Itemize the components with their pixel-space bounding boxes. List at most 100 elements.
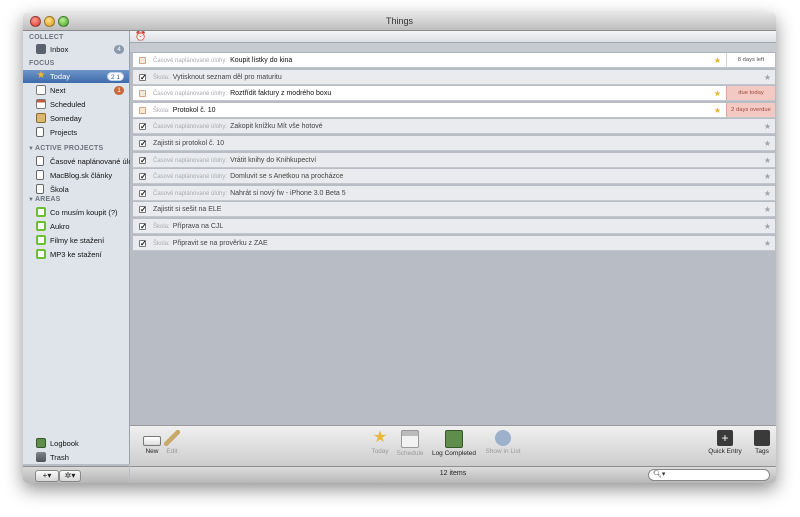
task-row[interactable]: Škola:Vytisknout seznam děl pro maturitu… [133,69,775,85]
task-title: Nahrát si nový fw - iPhone 3.0 Beta 5 [230,189,346,197]
task-checkbox[interactable] [139,186,147,201]
list-header-bar: ⏰ [130,31,776,43]
star-outline-icon[interactable]: ★ [764,236,771,251]
task-project: Škola: [153,240,170,247]
task-title: Vrátit knihy do Knihkupectví [230,156,317,164]
add-item-button[interactable]: +▾ [35,470,59,482]
task-title: Zajistit si protokol č. 10 [153,140,225,147]
task-row[interactable]: Časové naplánované úlohy: Koupit lístky d… [133,53,775,68]
task-row[interactable]: Zajistit si sešit na ELE ★ [133,202,775,218]
task-project: Časové naplánované úlohy: [153,58,228,64]
alarm-clock-icon[interactable]: ⏰ [135,31,146,42]
task-checkbox[interactable] [139,236,147,251]
sidebar-item-scheduled[interactable]: Scheduled [23,98,129,111]
task-row[interactable]: Zajistit si protokol č. 10 ★ [133,136,775,151]
section-collect: COLLECT [29,34,64,41]
schedule-button[interactable]: Schedule [390,430,430,457]
search-field[interactable]: 🔍︎▾ [648,469,770,481]
sidebar-item-area[interactable]: Aukro [23,220,129,233]
star-outline-icon[interactable]: ★ [764,169,771,184]
task-checkbox[interactable] [139,219,147,234]
star-outline-icon[interactable]: ★ [764,202,771,217]
search-input[interactable] [671,471,763,479]
task-row[interactable]: Škola:Připravit se na prověrku z ZAE ★ [133,235,775,251]
task-checkbox[interactable] [139,202,147,217]
sidebar-item-label: Co musím koupit (?) [50,208,118,217]
star-outline-icon[interactable]: ★ [764,153,771,168]
sidebar-item-label: Časové naplánované úlohy [50,157,141,166]
star-icon[interactable]: ★ [714,53,721,68]
project-icon [36,170,44,180]
star-icon[interactable]: ★ [714,103,721,118]
task-checkbox[interactable] [139,169,147,184]
task-text: Zajistit si protokol č. 10 [153,136,224,151]
star-outline-icon[interactable]: ★ [764,119,771,134]
task-row[interactable]: Časové naplánované úlohy: Roztřídit faktu… [133,86,775,102]
task-text: Časové naplánované úlohy: Nahrát si nový … [153,186,346,202]
sidebar-item-next[interactable]: Next 1 [23,84,129,97]
sidebar-item-area[interactable]: MP3 ke stažení [23,248,129,261]
area-icon [36,235,46,245]
task-text: Časové naplánované úlohy: Domluvit se s A… [153,169,343,185]
star-outline-icon[interactable]: ★ [764,136,771,151]
star-icon: ★ [36,70,46,81]
task-title: Zakopit knížku Mít vše hotové [230,123,323,131]
task-checkbox[interactable] [139,90,146,98]
task-checkbox[interactable] [139,136,147,151]
sidebar-item-projects[interactable]: Projects [23,126,129,139]
sidebar-item-label: Next [50,86,66,95]
sidebar-item-project[interactable]: MacBlog.sk články [23,169,129,182]
title-bar[interactable]: Things [23,13,776,31]
logbook-icon [36,438,46,448]
task-checkbox[interactable] [139,57,146,64]
task-row[interactable]: Časové naplánované úlohy:Vrátit knihy do… [133,152,775,169]
today-label: Today [371,448,389,455]
sidebar-item-label: Today [50,72,71,81]
task-title: Domluvit se s Anetkou na procházce [230,173,344,181]
sidebar-item-area[interactable]: Co musím koupit (?) [23,206,129,219]
column-header [130,43,776,53]
task-checkbox[interactable] [139,70,147,85]
task-checkbox[interactable] [139,119,147,134]
gear-menu-button[interactable]: ✲▾ [59,470,81,482]
sidebar-item-today[interactable]: ★ Today 2 1 [23,70,129,83]
disclosure-triangle-icon[interactable]: ▼ [28,146,34,152]
star-outline-icon[interactable]: ★ [764,186,771,201]
task-project: Škola: [153,107,170,114]
sidebar-item-inbox[interactable]: Inbox 4 [23,43,129,56]
star-outline-icon[interactable]: ★ [764,70,771,85]
task-row[interactable]: Časové naplánované úlohy:Nahrát si nový … [133,185,775,202]
tags-label: Tags [755,448,769,455]
task-checkbox[interactable] [139,106,146,114]
sidebar-item-project[interactable]: Škola [23,183,129,196]
sidebar-item-logbook[interactable]: Logbook [23,437,129,450]
sidebar-item-trash[interactable]: Trash [23,451,129,464]
task-row[interactable]: Škola:Příprava na CJL ★ [133,219,775,234]
sidebar-item-project[interactable]: Časové naplánované úlohy [23,155,140,168]
task-text: Časové naplánované úlohy: Vrátit knihy do… [153,153,316,169]
task-row[interactable]: Časové naplánované úlohy:Domluvit se s A… [133,169,775,185]
plus-icon: + [717,430,733,446]
search-icon[interactable]: 🔍︎▾ [653,470,665,478]
star-icon[interactable]: ★ [714,86,721,101]
star-outline-icon[interactable]: ★ [764,219,771,234]
log-completed-button[interactable]: Log Completed [426,430,482,457]
task-project: Časové naplánované úlohy: [153,91,228,98]
sidebar-item-area[interactable]: Filmy ke stažení [23,234,129,247]
tag-icon [754,430,770,446]
sidebar-item-label: Inbox [50,45,69,54]
task-row[interactable]: Časové naplánované úlohy:Zakopit knížku … [133,119,775,135]
show-in-list-button[interactable]: Show in List [480,430,526,455]
sidebar-item-label: Škola [50,185,69,194]
task-project: Časové naplánované úlohy: [153,157,228,164]
project-icon [36,184,44,194]
tags-button[interactable]: Tags [742,430,776,455]
edit-button[interactable]: Edit [152,430,192,455]
task-text: Časové naplánované úlohy: Zakopit knížku … [153,119,323,135]
inbox-icon [36,44,46,54]
task-row[interactable]: Škola: Protokol č. 10 ★ 2 days overdue [133,102,775,118]
task-project: Časové naplánované úlohy: [153,174,228,181]
task-checkbox[interactable] [139,153,147,168]
disclosure-triangle-icon[interactable]: ▼ [28,197,34,203]
sidebar-item-someday[interactable]: Someday [23,112,129,125]
